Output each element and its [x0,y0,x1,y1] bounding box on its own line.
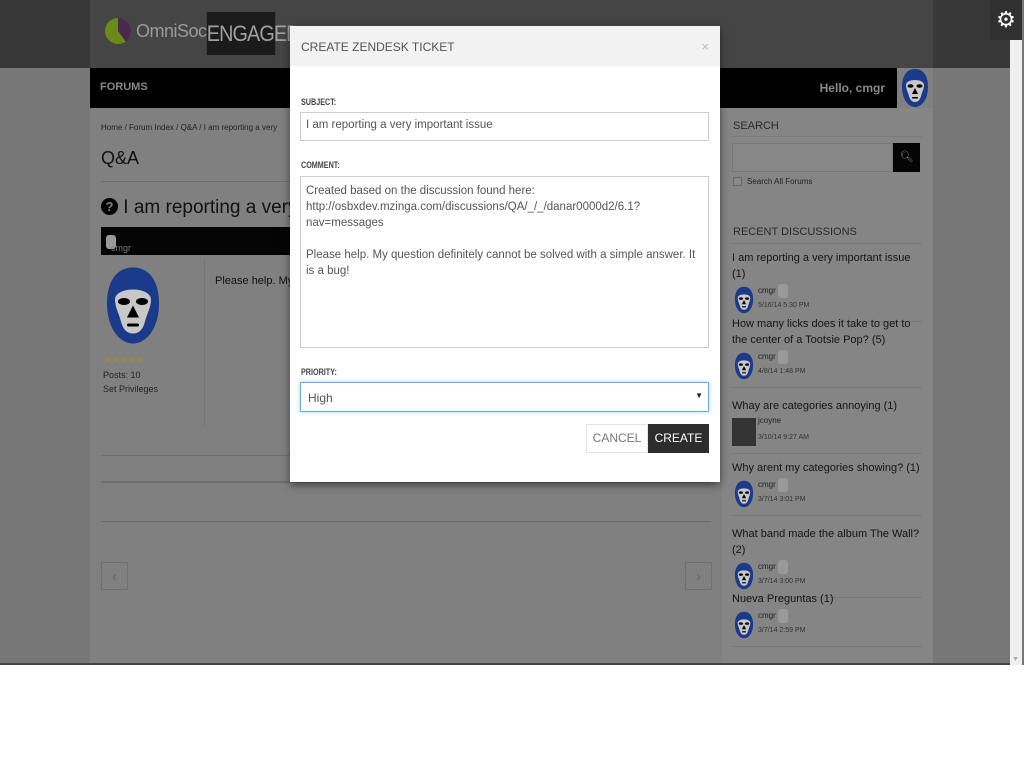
luchador-mask-icon [902,69,928,107]
author-avatar[interactable] [103,258,163,353]
user-photo-icon [778,478,789,492]
discussion-title[interactable]: Why arent my categories showing? (1) [732,460,922,476]
luchador-mask-icon [734,480,754,508]
discussion-item[interactable]: What band made the album The Wall? (2) cm… [732,526,922,598]
cancel-button[interactable]: CANCEL [586,424,648,453]
discussion-item[interactable]: Why arent my categories showing? (1) cmgr… [732,460,922,516]
checkbox-icon [733,177,742,186]
user-photo-icon [778,284,789,298]
discussion-title[interactable]: I am reporting a very important issue (1… [732,250,922,282]
discussion-user-name: cmgr [758,611,776,621]
user-avatar [732,611,756,639]
gear-icon: ⚙ [996,7,1016,32]
priority-label: PRIORITY: [301,367,337,377]
page-title: Q&A [101,148,140,168]
discussion-user[interactable]: jcoyne [758,416,781,425]
discussion-date: 3/10/14 9:27 AM [758,434,809,441]
discussion-date: 3/7/14 3:00 PM [758,578,806,585]
user-avatar [732,352,756,380]
comment-label: COMMENT: [301,160,340,170]
luchador-mask-icon [734,611,754,639]
discussion-user[interactable]: cmgr [758,560,789,574]
discussion-user[interactable]: cmgr [758,478,789,492]
user-avatar [732,480,756,508]
user-avatar [732,562,756,590]
priority-value: High [308,391,333,405]
discussion-date: 5/16/14 5:30 PM [758,302,810,309]
discussion-user[interactable]: cmgr [758,609,789,623]
discussion-user[interactable]: cmgr [758,350,789,364]
settings-button[interactable]: ⚙ [990,0,1022,40]
nav-forums[interactable]: FORUMS [100,81,148,93]
user-photo-icon [778,560,789,574]
question-circle-icon: ? [101,198,118,215]
divider [732,136,922,137]
post-count: Posts: 10 [103,370,141,380]
prev-page-button[interactable]: ‹ [101,562,128,590]
user-avatar [732,418,756,446]
rank-stars-icon: ★★★★★ [103,355,144,366]
search-all-forums-checkbox[interactable]: Search All Forums [733,177,812,186]
luchador-mask-icon [107,267,159,344]
bottom-toolbar-edge [0,663,1010,665]
modal-title: CREATE ZENDESK TICKET [301,40,455,54]
luchador-mask-icon [734,352,754,380]
discussion-user[interactable]: cmgr [758,284,789,298]
discussion-item[interactable]: How many licks does it take to get to th… [732,316,922,388]
logo-icon [105,18,131,44]
divider [732,243,922,244]
discussion-item[interactable]: I am reporting a very important issue (1… [732,250,922,322]
search-heading: SEARCH [733,120,779,132]
luchador-mask-icon [734,286,754,314]
user-avatar[interactable] [897,68,933,108]
post-header: cmgr [101,227,291,255]
discussion-item[interactable]: Whay are categories annoying (1) jcoyne 3/… [732,398,922,454]
product-badge: ENGAGED [206,12,300,55]
discussion-user-name: jcoyne [758,416,782,425]
comment-textarea[interactable]: Created based on the discussion found he… [300,176,709,348]
post-author[interactable]: cmgr [111,243,131,253]
discussion-user-name: cmgr [758,352,776,362]
discussion-item[interactable]: Nueva Preguntas (1) cmgr 3/7/14 2:59 PM [732,591,922,647]
luchador-mask-icon [734,562,754,590]
user-photo-icon [778,350,789,364]
discussion-title[interactable]: What band made the album The Wall? (2) [732,526,922,558]
search-button[interactable]: 🔍︎ [893,143,920,172]
search-all-label: Search All Forums [747,177,813,186]
modal-header: CREATE ZENDESK TICKET × [290,26,720,66]
discussion-user-name: cmgr [758,480,776,490]
close-icon[interactable]: × [701,39,709,54]
discussion-title[interactable]: Nueva Preguntas (1) [732,591,922,607]
scrollbar[interactable]: ▼ [1010,40,1022,665]
discussion-user-name: cmgr [758,562,776,572]
scroll-down-icon: ▼ [1012,656,1019,663]
subject-input[interactable]: I am reporting a very important issue [300,112,709,141]
caret-down-icon: ▼ [695,391,703,400]
logo[interactable]: OmniSocial [105,18,224,44]
subject-label: SUBJECT: [301,97,337,107]
divider [204,258,205,428]
discussion-date: 4/8/14 1:48 PM [758,368,806,375]
user-avatar [732,286,756,314]
set-privileges-link[interactable]: Set Privileges [103,384,158,394]
breadcrumb[interactable]: Home / Forum Index / Q&A / I am reportin… [101,123,277,132]
next-page-button[interactable]: › [685,562,712,590]
search-input[interactable] [732,143,893,172]
discussion-date: 3/7/14 3:01 PM [758,496,806,503]
create-button[interactable]: CREATE [648,424,709,453]
recent-heading: RECENT DISCUSSIONS [733,226,857,238]
discussion-user-name: cmgr [758,286,776,296]
user-photo-icon [778,609,789,623]
priority-select[interactable]: High ▼ [300,382,709,412]
discussion-title[interactable]: How many licks does it take to get to th… [732,316,922,348]
discussion-title[interactable]: Whay are categories annoying (1) [732,398,922,414]
user-greeting[interactable]: Hello, cmgr [820,81,885,95]
search-icon: 🔍︎ [899,151,914,163]
create-ticket-modal: CREATE ZENDESK TICKET × SUBJECT: I am re… [290,26,720,482]
discussion-date: 3/7/14 2:59 PM [758,627,806,634]
sidebar: SEARCH 🔍︎ Search All Forums RECENT DISCU… [722,108,933,665]
divider [101,521,711,522]
